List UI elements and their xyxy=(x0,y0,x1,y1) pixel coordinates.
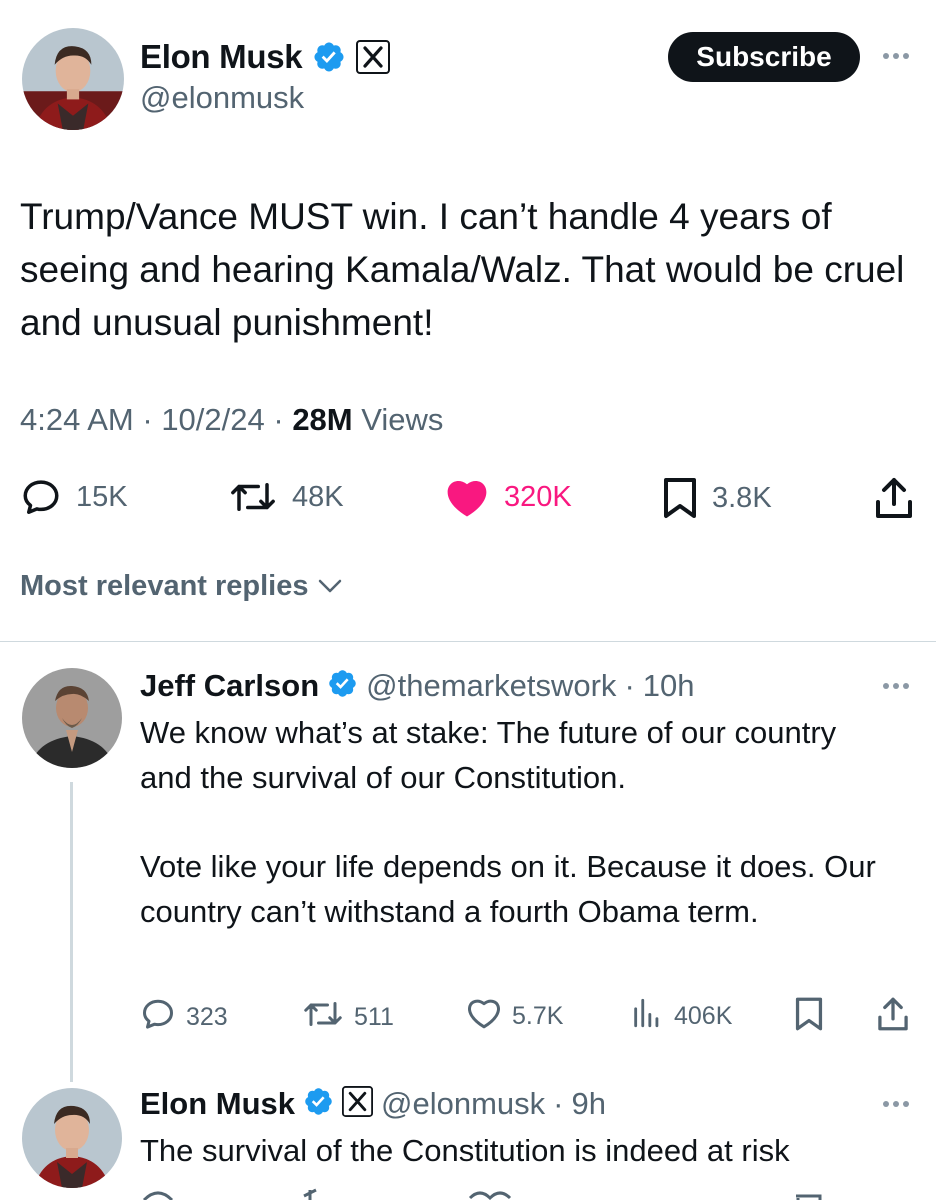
replies-sort-dropdown[interactable]: Most relevant replies xyxy=(20,570,343,603)
author-handle[interactable]: @elonmusk xyxy=(140,80,304,116)
bookmark-action[interactable]: 3.8K xyxy=(662,476,772,520)
author-avatar[interactable] xyxy=(22,28,124,130)
bookmark-count: 3.8K xyxy=(712,481,772,514)
tweet-time[interactable]: 4:24 AM xyxy=(20,402,134,437)
bookmark-icon xyxy=(794,996,824,1039)
repost-icon xyxy=(228,476,278,518)
share-icon xyxy=(876,996,910,1039)
reply-header: Jeff Carlson @themarketswork · 10h xyxy=(140,664,695,708)
separator-dot: · xyxy=(553,1086,564,1121)
verified-badge-icon[interactable] xyxy=(312,40,346,74)
reply-text: The survival of the Constitution is inde… xyxy=(140,1133,790,1168)
author-name-row: Elon Musk xyxy=(140,34,391,80)
views-count: 28M xyxy=(292,402,353,437)
bookmark-icon xyxy=(662,476,698,520)
reply-repost-action[interactable]: 511 xyxy=(302,996,394,1039)
reply-author-name[interactable]: Jeff Carlson xyxy=(140,668,319,704)
reply-views-action[interactable]: 406K xyxy=(630,996,732,1037)
reply-age[interactable]: 10h xyxy=(643,668,695,704)
more-options-icon[interactable] xyxy=(878,1094,914,1114)
views-label: Views xyxy=(361,402,444,437)
author-name[interactable]: Elon Musk xyxy=(140,38,303,76)
reply-author-name[interactable]: Elon Musk xyxy=(140,1086,295,1122)
reply-avatar[interactable] xyxy=(22,668,122,768)
reply-like-count: 5.7K xyxy=(512,1002,564,1030)
x-affiliate-badge-icon[interactable] xyxy=(356,40,391,74)
share-action[interactable] xyxy=(874,476,914,520)
tweet-text: Trump/Vance MUST win. I can’t handle 4 y… xyxy=(20,196,905,343)
tweet-meta: 4:24 AM · 10/2/24 · 28M Views xyxy=(20,402,444,437)
verified-badge-icon[interactable] xyxy=(327,668,358,704)
reply-bookmark-action[interactable] xyxy=(794,996,824,1039)
heart-filled-icon xyxy=(444,476,490,518)
repost-action[interactable]: 48K xyxy=(228,476,344,518)
repost-count: 48K xyxy=(292,480,344,513)
reply-icon xyxy=(20,476,62,518)
reply-text-paragraph-1: We know what’s at stake: The future of o… xyxy=(140,715,837,795)
reply-header: Elon Musk @elonmusk · 9h xyxy=(140,1082,606,1126)
reply-reply-action[interactable]: 323 xyxy=(140,996,228,1039)
reply-share-action[interactable] xyxy=(876,996,910,1039)
more-options-icon[interactable] xyxy=(878,676,914,696)
replies-sort-label: Most relevant replies xyxy=(20,570,309,602)
x-affiliate-badge-icon[interactable] xyxy=(342,1086,374,1122)
subscribe-button[interactable]: Subscribe xyxy=(668,32,860,82)
more-options-icon[interactable] xyxy=(878,46,914,66)
verified-badge-icon[interactable] xyxy=(303,1086,334,1122)
reply-author-handle[interactable]: @elonmusk xyxy=(381,1086,545,1122)
separator-dot: · xyxy=(624,668,635,703)
share-icon xyxy=(874,476,914,520)
like-action[interactable]: 320K xyxy=(444,476,572,518)
heart-icon xyxy=(466,996,502,1037)
tweet-date[interactable]: 10/2/24 xyxy=(161,402,264,437)
thread-line xyxy=(70,782,73,1082)
reply-text-paragraph-2: Vote like your life depends on it. Becau… xyxy=(140,849,876,929)
reply-icon xyxy=(140,996,176,1039)
reply-like-action[interactable]: 5.7K xyxy=(466,996,563,1037)
reply-repost-count: 511 xyxy=(354,1003,394,1031)
chevron-down-icon xyxy=(317,570,343,603)
reply-reply-count: 323 xyxy=(186,1003,228,1031)
reply-author-handle[interactable]: @themarketswork xyxy=(366,668,616,704)
like-count: 320K xyxy=(504,480,572,513)
repost-icon xyxy=(302,996,344,1039)
reply-actions-row-clipped xyxy=(140,1186,920,1200)
reply-action[interactable]: 15K xyxy=(20,476,128,518)
reply-age[interactable]: 9h xyxy=(572,1086,606,1122)
reply-views-count: 406K xyxy=(674,1002,733,1030)
reply-count: 15K xyxy=(76,480,128,513)
analytics-bars-icon xyxy=(630,996,664,1037)
divider xyxy=(0,641,936,642)
reply-avatar[interactable] xyxy=(22,1088,122,1188)
